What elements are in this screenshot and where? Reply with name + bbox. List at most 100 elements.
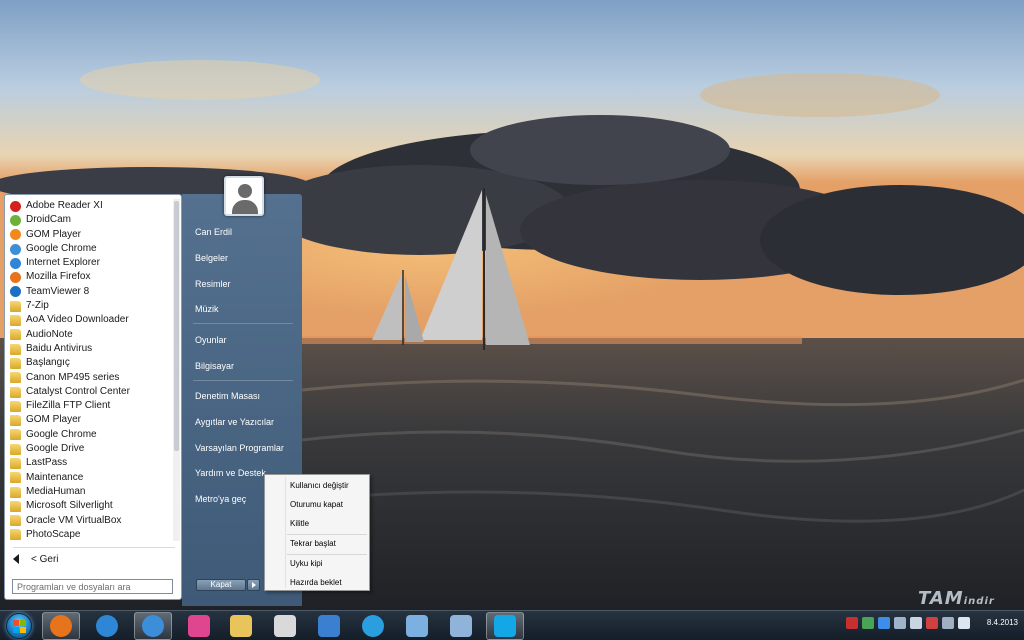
search-input[interactable] <box>12 579 173 594</box>
place-user[interactable]: Can Erdil <box>195 227 232 237</box>
place-games[interactable]: Oyunlar <box>195 335 227 345</box>
folder-icon <box>10 515 21 527</box>
folder-icon <box>10 372 21 384</box>
globe-app-icon <box>362 615 384 637</box>
place-pictures[interactable]: Resimler <box>195 279 231 289</box>
program-label: Internet Explorer <box>26 257 100 269</box>
place-devices-printers[interactable]: Aygıtlar ve Yazıcılar <box>195 417 274 427</box>
place-switch-to-metro[interactable]: Metro'ya geç <box>195 494 246 504</box>
program-item[interactable]: Canon MP495 series <box>7 371 173 385</box>
start-button[interactable] <box>4 612 34 640</box>
program-item[interactable]: Maintenance <box>7 471 173 485</box>
folder-icon <box>10 443 21 455</box>
shield-icon[interactable] <box>846 617 858 629</box>
taskbar-app-internet-explorer[interactable] <box>88 612 126 640</box>
network-icon[interactable] <box>910 617 922 629</box>
program-label: Google Chrome <box>26 428 97 440</box>
menu-item-lock[interactable]: Kilitle <box>290 519 309 528</box>
programs-scrollbar[interactable] <box>173 199 180 541</box>
taskbar-app-skype[interactable] <box>486 612 524 640</box>
flag-icon[interactable] <box>926 617 938 629</box>
folder-icon <box>10 343 21 355</box>
program-label: AudioNote <box>26 328 73 340</box>
folder-icon <box>10 357 21 369</box>
shutdown-options-button[interactable] <box>247 579 260 591</box>
menu-item-restart[interactable]: Tekrar başlat <box>290 539 336 548</box>
program-item[interactable]: GOM Player <box>7 228 173 242</box>
adobe-reader-icon <box>10 200 21 212</box>
scrollbar-thumb[interactable] <box>174 201 179 451</box>
program-item[interactable]: Google Chrome <box>7 242 173 256</box>
back-button[interactable]: < Geri <box>13 552 59 566</box>
program-item[interactable]: 7-Zip <box>7 299 173 313</box>
ie-icon <box>10 257 21 269</box>
menu-gutter <box>285 477 286 588</box>
program-item[interactable]: AudioNote <box>7 328 173 342</box>
place-computer[interactable]: Bilgisayar <box>195 361 234 371</box>
program-item[interactable]: Mozilla Firefox <box>7 270 173 284</box>
taskbar-app-media-player[interactable] <box>266 612 304 640</box>
virtualbox-icon <box>450 615 472 637</box>
program-item[interactable]: AoA Video Downloader <box>7 313 173 327</box>
place-help-support[interactable]: Yardım ve Destek <box>195 468 266 478</box>
dropbox-icon[interactable] <box>878 617 890 629</box>
program-item[interactable]: Google Drive <box>7 442 173 456</box>
folder-icon <box>10 386 21 398</box>
taskbar-app-firefox[interactable] <box>42 612 80 640</box>
taskbar-app-file-explorer[interactable] <box>222 612 260 640</box>
program-label: FileZilla FTP Client <box>26 400 111 412</box>
menu-item-sleep[interactable]: Uyku kipi <box>290 559 322 568</box>
menu-item-log-off[interactable]: Oturumu kapat <box>290 500 343 509</box>
google-drive-icon[interactable] <box>862 617 874 629</box>
windows-logo-icon <box>6 613 32 639</box>
program-item[interactable]: Başlangıç <box>7 356 173 370</box>
teamviewer-icon <box>10 286 21 298</box>
folder-icon <box>10 529 21 541</box>
program-item[interactable]: Catalyst Control Center <box>7 385 173 399</box>
gom-player-icon <box>10 229 21 241</box>
menu-divider <box>287 534 367 535</box>
program-item[interactable]: TeamViewer 8 <box>7 285 173 299</box>
program-item[interactable]: GOM Player <box>7 413 173 427</box>
program-label: GOM Player <box>26 228 82 240</box>
program-label: Adobe Reader XI <box>26 200 103 211</box>
download-manager-icon <box>318 615 340 637</box>
program-item[interactable]: Microsoft Silverlight <box>7 499 173 513</box>
folder-icon <box>10 486 21 498</box>
program-item[interactable]: DroidCam <box>7 213 173 227</box>
program-item[interactable]: Adobe Reader XI <box>7 199 173 213</box>
watermark-logo: TAMindir <box>918 588 995 609</box>
user-silhouette-body <box>232 200 258 214</box>
program-item[interactable]: Internet Explorer <box>7 256 173 270</box>
media-player-icon <box>274 615 296 637</box>
place-control-panel[interactable]: Denetim Masası <box>195 391 260 401</box>
taskbar-app-virtualbox[interactable] <box>442 612 480 640</box>
taskbar-app-heart-app[interactable] <box>180 612 218 640</box>
program-item[interactable]: LastPass <box>7 456 173 470</box>
menu-item-switch-user[interactable]: Kullanıcı değiştir <box>290 481 349 490</box>
menu-item-hibernate[interactable]: Hazırda beklet <box>290 578 342 587</box>
program-item[interactable]: Google Chrome <box>7 428 173 442</box>
program-item[interactable]: PhotoScape <box>7 528 173 541</box>
tray-date[interactable]: 8.4.2013 <box>966 618 1018 627</box>
user-avatar[interactable] <box>224 176 264 216</box>
program-label: Google Drive <box>26 443 85 455</box>
start-menu-left-pane: Adobe Reader XI DroidCam GOM Player Google … <box>4 194 182 600</box>
program-item[interactable]: Baidu Antivirus <box>7 342 173 356</box>
place-documents[interactable]: Belgeler <box>195 253 228 263</box>
taskbar-app-drawing-tool[interactable] <box>398 612 436 640</box>
menu-divider <box>287 554 367 555</box>
tv-icon[interactable] <box>942 617 954 629</box>
taskbar-app-download-manager[interactable] <box>310 612 348 640</box>
monitor-icon[interactable] <box>894 617 906 629</box>
place-default-programs[interactable]: Varsayılan Programlar <box>195 443 284 453</box>
program-item[interactable]: Oracle VM VirtualBox <box>7 514 173 528</box>
program-item[interactable]: FileZilla FTP Client <box>7 399 173 413</box>
shutdown-button[interactable]: Kapat <box>196 579 246 591</box>
program-item[interactable]: MediaHuman <box>7 485 173 499</box>
place-music[interactable]: Müzik <box>195 304 219 314</box>
taskbar-app-globe-app[interactable] <box>354 612 392 640</box>
internet-explorer-icon <box>96 615 118 637</box>
program-label: Google Chrome <box>26 242 97 254</box>
taskbar-app-chrome[interactable] <box>134 612 172 640</box>
